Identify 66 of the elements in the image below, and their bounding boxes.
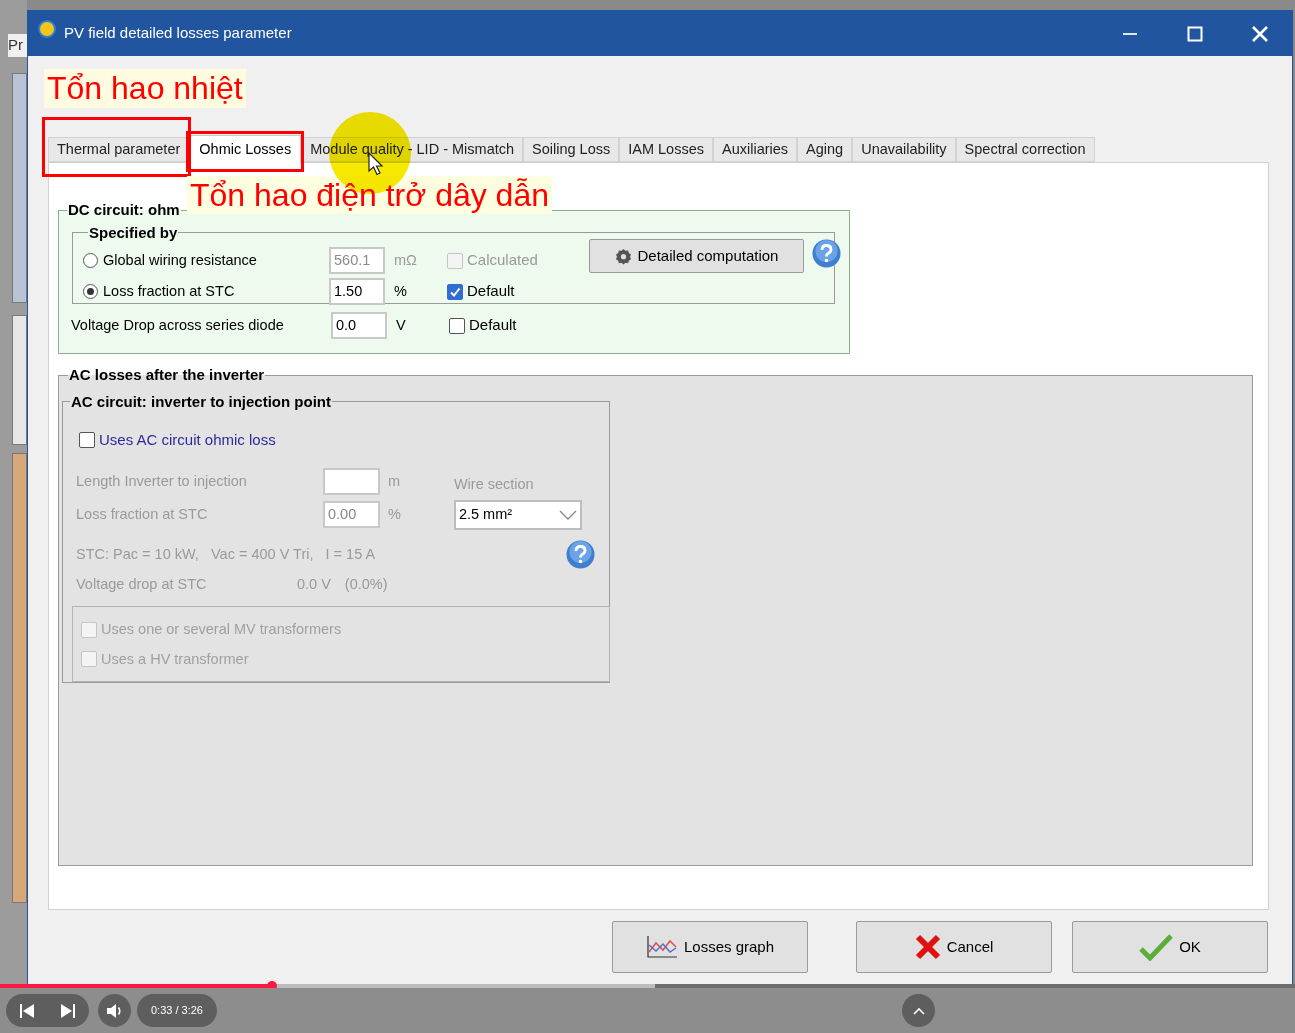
checkbox[interactable]	[449, 317, 465, 334]
info-text: STC: Pac = 10 kW, Vac = 400 V Tri, I = 15 A	[76, 545, 377, 565]
unit-label: mΩ	[394, 250, 418, 270]
unit-label: %	[394, 281, 408, 301]
chart-icon	[645, 935, 678, 959]
option-label: Global wiring resistance	[103, 250, 258, 270]
tab[interactable]: IAM Losses	[619, 137, 713, 162]
unit-label: m	[388, 471, 401, 491]
check-icon	[1139, 933, 1174, 961]
checkbox[interactable]	[79, 432, 95, 449]
time-display: 0:33 / 3:26	[137, 994, 217, 1027]
checkbox-label: Uses one or several MV transformers	[101, 619, 342, 639]
tab[interactable]: Spectral correction	[955, 137, 1095, 162]
annotation-text: Tổn hao nhiệt	[44, 69, 246, 108]
annotation-text: Tổn hao điện trở dây dẫn	[187, 176, 552, 214]
checkbox[interactable]	[447, 283, 463, 300]
input-field[interactable]: 0.0	[331, 312, 387, 339]
wire-section-dropdown[interactable]: 2.5 mm²	[453, 500, 582, 531]
checkbox-label: Uses AC circuit ohmic loss	[99, 430, 276, 450]
tab[interactable]: Soiling Loss	[523, 137, 620, 162]
maximize-icon	[1187, 25, 1203, 42]
checkbox-label: Uses a HV transformer	[101, 649, 249, 669]
group-title: DC circuit: ohm	[67, 200, 181, 220]
value-text: 0.0 V	[297, 575, 331, 594]
unit-label: %	[388, 504, 401, 524]
expand-button[interactable]	[902, 994, 935, 1027]
window-title: PV field detailed losses parameter	[64, 23, 292, 44]
checkbox-label: Default	[469, 315, 517, 336]
sun-icon	[38, 19, 56, 38]
option-label: Loss fraction at STC	[103, 281, 236, 301]
group-title: Specified by	[88, 222, 179, 243]
losses-graph-button[interactable]: Losses graph	[612, 921, 808, 973]
close-icon	[914, 934, 941, 960]
tab[interactable]: Ohmic Losses	[189, 135, 302, 163]
next-button[interactable]	[61, 1003, 76, 1018]
group-title: AC losses after the inverter	[68, 365, 266, 385]
minimize-icon	[1123, 32, 1137, 35]
field-label: Voltage Drop across series diode	[71, 315, 285, 335]
checkbox-label: Default	[467, 281, 515, 302]
radio-button[interactable]	[83, 284, 98, 299]
checkbox-label: Calculated	[467, 250, 538, 271]
field-label: Wire section	[453, 474, 535, 494]
next-icon	[61, 1003, 76, 1018]
chevron-down-icon	[558, 510, 577, 521]
previous-icon	[19, 1003, 34, 1018]
gear-icon	[614, 247, 632, 265]
volume-button[interactable]	[98, 994, 131, 1027]
chevron-up-icon	[912, 1006, 925, 1015]
previous-button[interactable]	[19, 1003, 34, 1018]
unit-label: V	[396, 315, 407, 335]
detailed-computation-button[interactable]: Detailed computation	[589, 239, 804, 273]
input-field[interactable]: 1.50	[329, 278, 385, 305]
app-title: Pr	[8, 34, 27, 57]
field-label: Length Inverter to injection	[76, 471, 248, 491]
field-label: Loss fraction at STC	[76, 504, 209, 524]
close-icon	[1251, 24, 1269, 43]
cancel-button[interactable]: Cancel	[856, 921, 1052, 973]
value-text: (0.0%)	[344, 575, 388, 594]
ok-button[interactable]: OK	[1072, 921, 1268, 973]
input-field[interactable]: 0.00	[323, 501, 380, 528]
tab[interactable]: Auxiliaries	[713, 137, 798, 162]
tab[interactable]: Unavailability	[852, 137, 956, 162]
input-field[interactable]	[323, 468, 380, 495]
field-label: Voltage drop at STC	[76, 575, 208, 594]
group-title: AC circuit: inverter to injection point	[70, 391, 333, 412]
tab[interactable]: Aging	[797, 137, 853, 162]
